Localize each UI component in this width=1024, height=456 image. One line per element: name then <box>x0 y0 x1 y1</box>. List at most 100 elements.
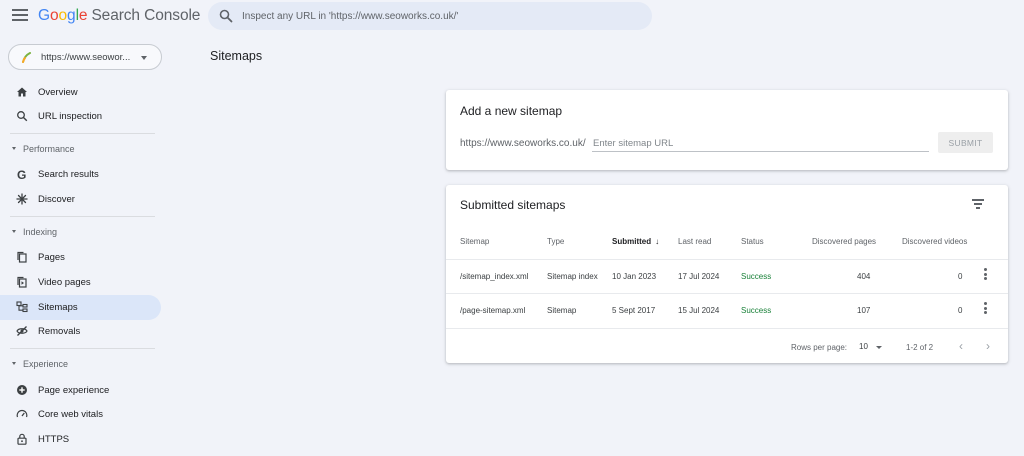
sidebar-divider <box>10 133 155 134</box>
previous-page-icon[interactable]: ‹ <box>954 338 968 354</box>
column-header-type[interactable]: Type <box>547 237 564 246</box>
column-header-discovered-videos[interactable]: Discovered videos <box>902 237 967 246</box>
cell-status: Success <box>741 306 772 315</box>
product-name: Search Console <box>91 7 201 24</box>
google-g-icon: G <box>17 168 26 180</box>
property-url: https://www.seowor... <box>41 52 131 63</box>
sidebar-item-label: Page experience <box>38 385 110 396</box>
section-title: Indexing <box>23 227 58 237</box>
sidebar-item-search-results[interactable]: G Search results <box>0 162 161 187</box>
main-menu-icon[interactable] <box>12 9 28 23</box>
sidebar-item-label: Overview <box>38 87 78 98</box>
table-divider <box>446 328 1008 329</box>
logo-letter: e <box>78 7 88 24</box>
section-title: Performance <box>23 144 75 154</box>
video-pages-icon <box>17 276 27 288</box>
cell-discovered-videos: 0 <box>958 272 963 281</box>
cell-sitemap: /page-sitemap.xml <box>460 306 526 315</box>
home-icon <box>17 87 27 97</box>
sidebar-item-label: HTTPS <box>38 434 70 445</box>
sidebar-item-label: Sitemaps <box>38 302 78 313</box>
url-inspection-search[interactable] <box>208 2 652 30</box>
next-page-icon[interactable]: › <box>981 338 995 354</box>
page-title: Sitemaps <box>210 49 263 63</box>
sidebar-item-label: Core web vitals <box>38 409 103 420</box>
chevron-down-icon <box>141 56 147 60</box>
section-title: Experience <box>23 359 69 369</box>
table-row[interactable]: /page-sitemap.xml Sitemap 5 Sept 2017 15… <box>446 293 1008 327</box>
svg-text:G: G <box>17 168 26 180</box>
more-vert-icon[interactable] <box>980 268 990 282</box>
cell-last-read: 15 Jul 2024 <box>678 306 720 315</box>
sidebar-item-label: URL inspection <box>38 111 103 122</box>
column-header-last-read[interactable]: Last read <box>678 237 711 246</box>
cell-type: Sitemap <box>547 306 577 315</box>
section-experience[interactable]: Experience <box>0 355 161 375</box>
submitted-sitemaps-card: Submitted sitemaps Sitemap Type Submitte… <box>446 185 1008 363</box>
sitemap-url-prefix: https://www.seoworks.co.uk/ <box>460 138 586 149</box>
search-icon <box>17 111 28 122</box>
filter-icon[interactable] <box>970 197 986 211</box>
search-icon <box>219 9 233 23</box>
sidebar-item-discover[interactable]: Discover <box>0 187 161 212</box>
sidebar-item-label: Search results <box>38 169 99 180</box>
property-favicon-icon <box>22 52 31 63</box>
sitemap-icon <box>16 301 28 313</box>
chevron-down-icon <box>876 346 882 349</box>
sidebar-divider <box>10 348 155 349</box>
sidebar-item-overview[interactable]: Overview <box>0 80 161 105</box>
table-row[interactable]: /sitemap_index.xml Sitemap index 10 Jan … <box>446 259 1008 293</box>
sidebar-item-page-experience[interactable]: Page experience <box>0 378 161 403</box>
column-header-discovered-pages[interactable]: Discovered pages <box>812 237 876 246</box>
sidebar-item-label: Discover <box>38 194 75 205</box>
property-selector[interactable]: https://www.seowor... <box>8 44 162 70</box>
column-header-submitted[interactable]: Submitted ↓ <box>612 237 659 246</box>
sidebar-item-url-inspection[interactable]: URL inspection <box>0 104 161 129</box>
sidebar-item-https[interactable]: HTTPS <box>0 427 161 452</box>
sidebar-item-video-pages[interactable]: Video pages <box>0 270 161 295</box>
arrow-down-icon: ↓ <box>655 237 660 246</box>
sidebar-item-removals[interactable]: Removals <box>0 319 161 344</box>
eye-off-icon <box>16 326 28 336</box>
cell-discovered-pages: 107 <box>857 306 871 315</box>
pages-icon <box>17 251 27 263</box>
cell-sitemap: /sitemap_index.xml <box>460 272 529 281</box>
more-vert-icon[interactable] <box>980 302 990 316</box>
sitemap-url-input[interactable] <box>592 135 929 152</box>
collapse-triangle-icon <box>12 230 16 233</box>
add-sitemap-title: Add a new sitemap <box>460 104 563 118</box>
rows-per-page-value: 10 <box>859 342 868 351</box>
cell-status: Success <box>741 272 772 281</box>
collapse-triangle-icon <box>12 362 16 365</box>
cell-submitted: 5 Sept 2017 <box>612 306 656 315</box>
logo-letter: o <box>49 7 59 24</box>
column-header-sitemap[interactable]: Sitemap <box>460 237 489 246</box>
logo-letter: G <box>38 7 50 24</box>
asterisk-icon <box>16 193 28 205</box>
sidebar-item-label: Video pages <box>38 277 91 288</box>
cell-discovered-videos: 0 <box>958 306 963 315</box>
search-input[interactable] <box>242 7 642 25</box>
pagination-range: 1-2 of 2 <box>906 343 934 352</box>
rows-per-page-label: Rows per page: <box>791 343 848 352</box>
section-indexing[interactable]: Indexing <box>0 223 161 243</box>
logo-letter: o <box>58 7 68 24</box>
search-console-logo[interactable]: Google Search Console <box>38 7 200 25</box>
sidebar-item-sitemaps[interactable]: Sitemaps <box>0 295 161 320</box>
sidebar-item-core-web-vitals[interactable]: Core web vitals <box>0 402 161 427</box>
cell-discovered-pages: 404 <box>857 272 871 281</box>
submit-sitemap-button[interactable]: SUBMIT <box>938 132 993 153</box>
sidebar-item-pages[interactable]: Pages <box>0 245 161 270</box>
column-header-status[interactable]: Status <box>741 237 764 246</box>
sidebar-item-label: Removals <box>38 326 81 337</box>
cell-type: Sitemap index <box>547 272 598 281</box>
sidebar-divider <box>10 216 155 217</box>
cell-last-read: 17 Jul 2024 <box>678 272 720 281</box>
top-bar: Google Search Console <box>0 0 1024 34</box>
section-performance[interactable]: Performance <box>0 140 161 160</box>
logo-letter: g <box>67 7 76 24</box>
collapse-triangle-icon <box>12 147 16 150</box>
submitted-sitemaps-title: Submitted sitemaps <box>460 198 566 212</box>
gauge-icon <box>16 410 28 418</box>
rows-per-page-select[interactable]: 10 <box>856 341 886 355</box>
